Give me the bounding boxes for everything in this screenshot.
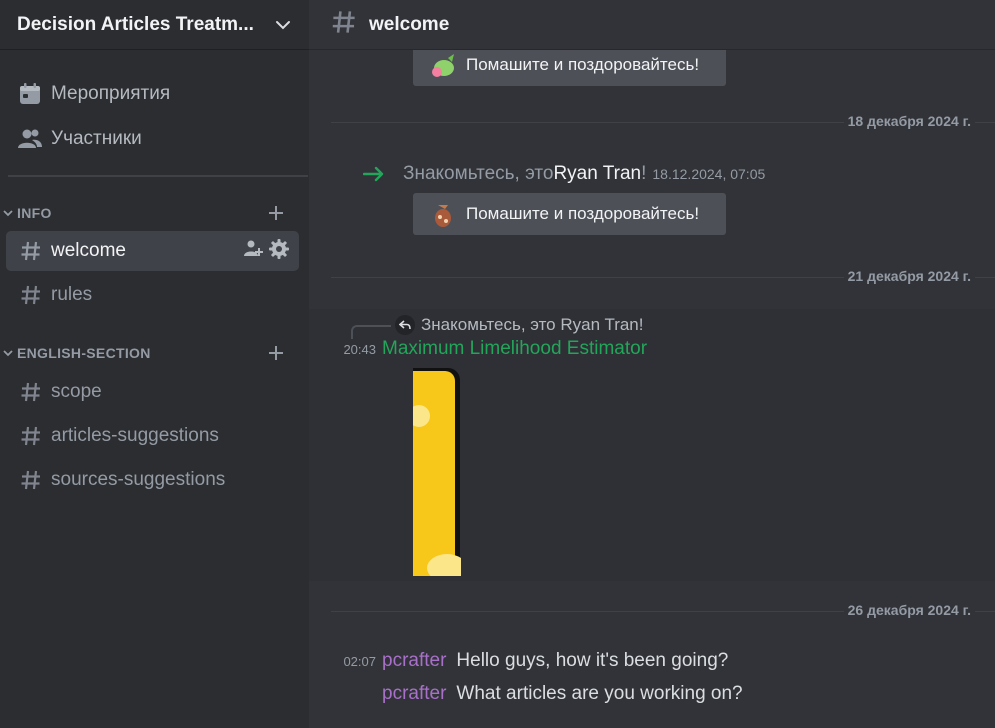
add-channel-icon[interactable]: [268, 202, 284, 224]
wave-button-label: Помашите и поздоровайтесь!: [466, 204, 700, 223]
wave-button[interactable]: Помашите и поздоровайтесь!: [413, 193, 726, 235]
add-channel-icon[interactable]: [268, 342, 284, 364]
channel-title: welcome: [369, 13, 450, 35]
message-pane: welcome Помашите и поздоровайтесь! 18 де…: [309, 0, 995, 728]
date-divider-text: 21 декабря 2024 г.: [843, 268, 975, 284]
message-time: 20:43: [343, 342, 376, 357]
channel-name: rules: [51, 284, 93, 305]
message-author[interactable]: pcrafter: [382, 683, 446, 705]
reply-text: Знакомьтесь, это Ryan Tran!: [421, 315, 644, 334]
sticker-image[interactable]: [413, 368, 461, 576]
date-divider: 21 декабря 2024 г.: [331, 268, 995, 284]
message-author[interactable]: pcrafter: [382, 650, 446, 672]
server-header[interactable]: Decision Articles Treatm...: [0, 0, 309, 50]
channel-welcome[interactable]: welcome: [6, 231, 299, 271]
gear-icon[interactable]: [269, 238, 289, 264]
channel-name: scope: [51, 381, 102, 402]
invite-user-icon[interactable]: [243, 239, 263, 264]
sidebar-item-events[interactable]: Мероприятия: [8, 74, 300, 114]
category-english-section[interactable]: ENGLISH-SECTION: [0, 342, 300, 364]
hash-icon: [19, 468, 43, 492]
hash-icon: [19, 239, 43, 263]
chevron-down-icon: [3, 348, 17, 358]
message: pcrafter What articles are you working o…: [309, 683, 743, 709]
hash-icon: [19, 283, 43, 307]
channel-scope[interactable]: scope: [6, 372, 299, 412]
reply-reference[interactable]: Знакомьтесь, это Ryan Tran!: [351, 313, 644, 339]
calendar-icon: [18, 82, 42, 106]
message-text: Hello guys, how it's been going?: [456, 650, 729, 671]
message-text: What articles are you working on?: [456, 683, 743, 704]
message-author[interactable]: Maximum Limelihood Estimator: [382, 338, 647, 360]
date-divider: 18 декабря 2024 г.: [331, 113, 995, 129]
channel-sidebar: Decision Articles Treatm... Мероприятия …: [0, 0, 309, 728]
category-name: ENGLISH-SECTION: [17, 345, 151, 361]
wave-sticker-icon: [427, 49, 459, 81]
chevron-down-icon: [3, 208, 17, 218]
arrow-right-icon: [363, 166, 385, 182]
channel-sources-suggestions[interactable]: sources-suggestions: [6, 460, 299, 500]
sidebar-item-members[interactable]: Участники: [8, 119, 300, 159]
message-time: 02:07: [343, 654, 376, 669]
join-text-prefix: Знакомьтесь, это: [403, 163, 554, 184]
sidebar-item-label: Мероприятия: [51, 83, 171, 104]
channel-rules[interactable]: rules: [6, 275, 299, 315]
channel-name: sources-suggestions: [51, 469, 226, 490]
server-name: Decision Articles Treatm...: [17, 13, 254, 35]
sidebar-divider: [8, 175, 308, 177]
members-icon: [18, 127, 42, 151]
channel-name: articles-suggestions: [51, 425, 219, 446]
date-divider-text: 18 декабря 2024 г.: [843, 113, 975, 129]
channel-header: welcome: [309, 0, 995, 50]
join-message: Знакомьтесь, это Ryan Tran ! 18.12.2024,…: [363, 162, 765, 186]
hash-icon: [19, 380, 43, 404]
sidebar-item-label: Участники: [51, 128, 142, 149]
reply-arrow-icon: [395, 315, 415, 335]
date-divider-text: 26 декабря 2024 г.: [843, 602, 975, 618]
wave-sticker-icon: [427, 198, 459, 230]
chevron-down-icon[interactable]: [275, 17, 291, 33]
channel-name: welcome: [51, 240, 126, 261]
message: 20:43 Maximum Limelihood Estimator: [309, 338, 647, 364]
category-info[interactable]: INFO: [0, 202, 300, 224]
date-divider: 26 декабря 2024 г.: [331, 602, 995, 618]
channel-tools: [243, 231, 289, 271]
join-text-suffix: !: [641, 163, 647, 184]
category-name: INFO: [17, 205, 52, 221]
wave-button[interactable]: Помашите и поздоровайтесь!: [413, 44, 726, 86]
hash-icon: [331, 9, 357, 40]
join-timestamp: 18.12.2024, 07:05: [652, 166, 766, 182]
reply-spine: [351, 325, 391, 339]
channel-articles-suggestions[interactable]: articles-suggestions: [6, 416, 299, 456]
wave-button-label: Помашите и поздоровайтесь!: [466, 55, 700, 74]
join-username[interactable]: Ryan Tran: [553, 163, 641, 185]
hash-icon: [19, 424, 43, 448]
message: 02:07 pcrafter Hello guys, how it's been…: [309, 650, 728, 676]
